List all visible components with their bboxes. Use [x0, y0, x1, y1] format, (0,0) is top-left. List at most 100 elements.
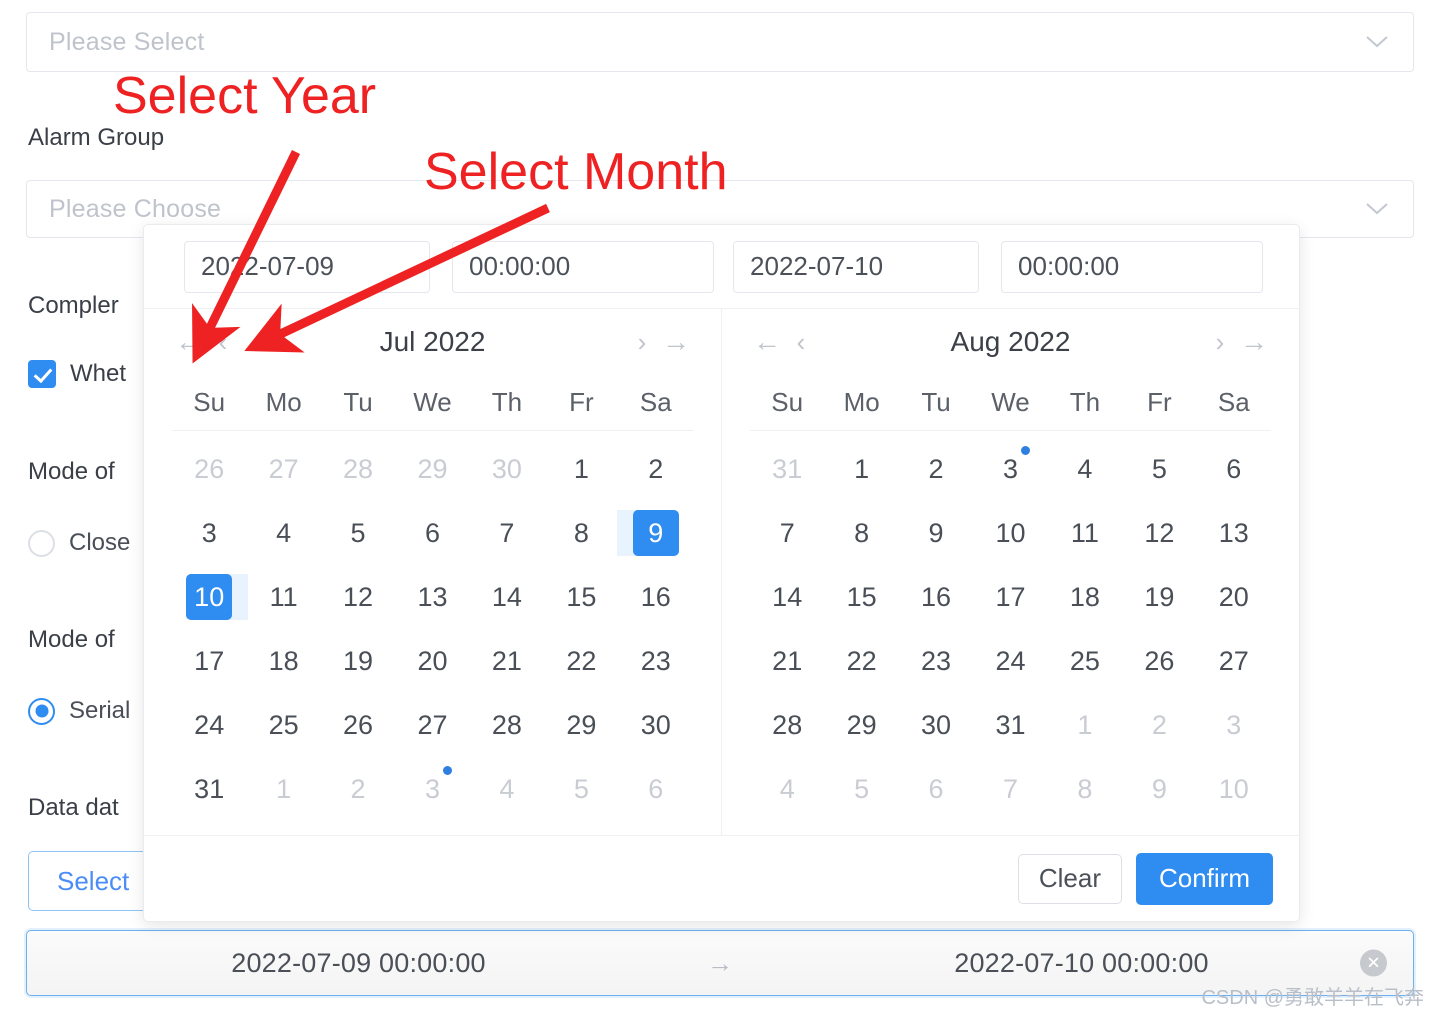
day-cell[interactable]: 9: [1122, 757, 1196, 821]
day-cell[interactable]: 2: [1122, 693, 1196, 757]
day-cell[interactable]: 27: [246, 437, 320, 501]
day-cell[interactable]: 9: [616, 501, 693, 565]
day-cell[interactable]: 22: [544, 629, 618, 693]
day-cell[interactable]: 1: [544, 437, 618, 501]
end-date-input[interactable]: 2022-07-10: [733, 240, 980, 293]
day-cell[interactable]: 22: [824, 629, 898, 693]
end-time-input[interactable]: 00:00:00: [1001, 240, 1264, 293]
circle-close-icon[interactable]: ✕: [1360, 949, 1387, 977]
day-cell[interactable]: 20: [1197, 565, 1271, 629]
day-cell[interactable]: 7: [973, 757, 1047, 821]
day-cell[interactable]: 5: [321, 501, 395, 565]
day-cell[interactable]: 23: [619, 629, 693, 693]
day-cell[interactable]: 30: [899, 693, 973, 757]
day-cell[interactable]: 9: [899, 501, 973, 565]
start-date-input[interactable]: 2022-07-09: [184, 240, 430, 293]
day-cell[interactable]: 26: [321, 693, 395, 757]
day-cell[interactable]: 24: [172, 693, 246, 757]
day-cell[interactable]: 7: [470, 501, 544, 565]
day-cell[interactable]: 5: [1122, 437, 1196, 501]
top-select[interactable]: Please Select: [26, 12, 1414, 72]
day-cell[interactable]: 18: [246, 629, 320, 693]
day-cell[interactable]: 7: [750, 501, 824, 565]
day-cell[interactable]: 25: [246, 693, 320, 757]
day-cell[interactable]: 5: [544, 757, 618, 821]
day-cell[interactable]: 26: [1122, 629, 1196, 693]
day-cell[interactable]: 11: [246, 565, 320, 629]
day-cell[interactable]: 2: [899, 437, 973, 501]
close-radio-row[interactable]: Close: [28, 529, 130, 557]
day-cell[interactable]: 2: [619, 437, 693, 501]
day-cell[interactable]: 3: [172, 501, 246, 565]
day-cell[interactable]: 26: [172, 437, 246, 501]
day-cell[interactable]: 31: [750, 437, 824, 501]
day-cell[interactable]: 18: [1048, 565, 1122, 629]
whether-checkbox[interactable]: [28, 360, 56, 388]
clear-button[interactable]: Clear: [1017, 853, 1122, 904]
next-year-arrow-icon[interactable]: →: [659, 328, 693, 356]
day-cell[interactable]: 13: [1197, 501, 1271, 565]
day-cell[interactable]: 13: [395, 565, 469, 629]
day-cell[interactable]: 3: [1197, 693, 1271, 757]
day-cell[interactable]: 16: [619, 565, 693, 629]
day-cell[interactable]: 8: [544, 501, 618, 565]
serial-radio[interactable]: [28, 697, 55, 725]
serial-radio-row[interactable]: Serial: [28, 697, 130, 725]
day-cell[interactable]: 27: [1197, 629, 1271, 693]
day-cell[interactable]: 3: [973, 437, 1047, 501]
day-cell[interactable]: 10: [1197, 757, 1271, 821]
day-cell[interactable]: 24: [973, 629, 1047, 693]
prev-year-arrow-icon[interactable]: ←: [750, 328, 784, 356]
prev-month-arrow-icon[interactable]: ‹: [784, 329, 818, 355]
day-cell[interactable]: 27: [395, 693, 469, 757]
day-cell[interactable]: 12: [1122, 501, 1196, 565]
day-cell[interactable]: 6: [899, 757, 973, 821]
day-cell[interactable]: 11: [1048, 501, 1122, 565]
day-cell[interactable]: 25: [1048, 629, 1122, 693]
close-radio[interactable]: [28, 529, 55, 557]
day-cell[interactable]: 28: [750, 693, 824, 757]
day-cell[interactable]: 8: [1048, 757, 1122, 821]
day-cell[interactable]: 21: [470, 629, 544, 693]
day-cell[interactable]: 12: [321, 565, 395, 629]
next-month-arrow-icon[interactable]: ›: [1203, 329, 1237, 355]
day-cell[interactable]: 21: [750, 629, 824, 693]
day-cell[interactable]: 17: [973, 565, 1047, 629]
day-cell[interactable]: 6: [1197, 437, 1271, 501]
next-year-arrow-icon[interactable]: →: [1237, 328, 1271, 356]
day-cell[interactable]: 20: [395, 629, 469, 693]
day-cell[interactable]: 1: [246, 757, 320, 821]
prev-month-arrow-icon[interactable]: ‹: [206, 329, 240, 355]
day-cell[interactable]: 31: [172, 757, 246, 821]
day-cell[interactable]: 15: [824, 565, 898, 629]
day-cell[interactable]: 19: [1122, 565, 1196, 629]
day-cell[interactable]: 23: [899, 629, 973, 693]
day-cell[interactable]: 2: [321, 757, 395, 821]
day-cell[interactable]: 30: [470, 437, 544, 501]
day-cell[interactable]: 10: [973, 501, 1047, 565]
next-month-arrow-icon[interactable]: ›: [625, 329, 659, 355]
day-cell[interactable]: 14: [470, 565, 544, 629]
day-cell[interactable]: 29: [824, 693, 898, 757]
day-cell[interactable]: 4: [1048, 437, 1122, 501]
day-cell[interactable]: 4: [750, 757, 824, 821]
day-cell[interactable]: 10: [172, 565, 249, 629]
day-cell[interactable]: 4: [246, 501, 320, 565]
day-cell[interactable]: 5: [824, 757, 898, 821]
day-cell[interactable]: 28: [470, 693, 544, 757]
day-cell[interactable]: 17: [172, 629, 246, 693]
day-cell[interactable]: 14: [750, 565, 824, 629]
day-cell[interactable]: 30: [619, 693, 693, 757]
start-time-input[interactable]: 00:00:00: [452, 240, 714, 293]
day-cell[interactable]: 15: [544, 565, 618, 629]
day-cell[interactable]: 28: [321, 437, 395, 501]
day-cell[interactable]: 8: [824, 501, 898, 565]
day-cell[interactable]: 31: [973, 693, 1047, 757]
day-cell[interactable]: 29: [395, 437, 469, 501]
day-cell[interactable]: 4: [470, 757, 544, 821]
confirm-button[interactable]: Confirm: [1135, 852, 1273, 905]
day-cell[interactable]: 6: [395, 501, 469, 565]
day-cell[interactable]: 6: [619, 757, 693, 821]
whether-checkbox-row[interactable]: Whet: [28, 360, 126, 388]
prev-year-arrow-icon[interactable]: ←: [172, 328, 206, 356]
